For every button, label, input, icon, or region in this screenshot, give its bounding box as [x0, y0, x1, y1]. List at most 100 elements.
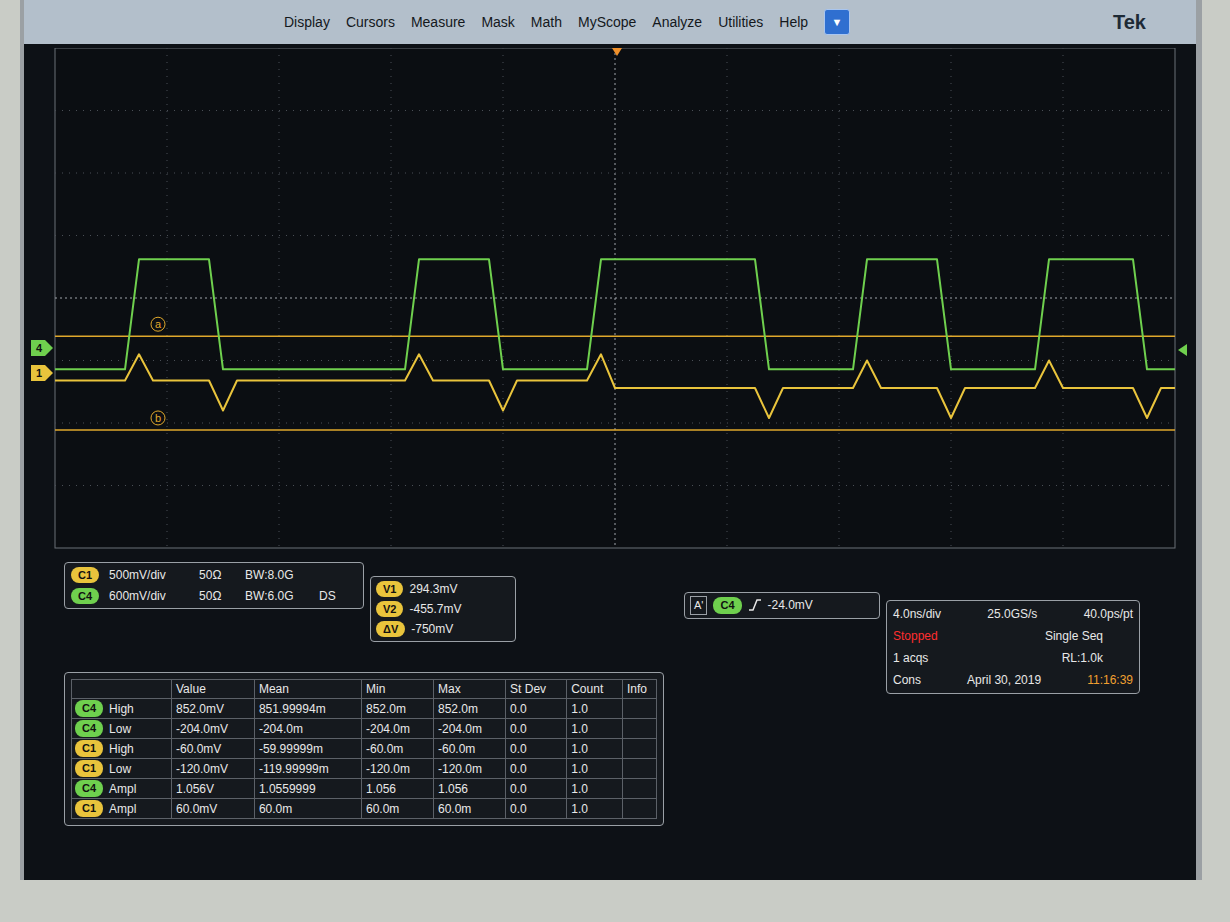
measurement-name: Ampl — [109, 780, 136, 798]
info-cell — [623, 719, 657, 739]
channel-chip[interactable]: C4 — [75, 780, 103, 797]
trigger-source-chip[interactable]: C4 — [713, 597, 741, 614]
acquisition-row: 4.0ns/div25.0GS/s40.0ps/pt — [893, 605, 1133, 623]
menu-dropdown-button[interactable]: ▼ — [824, 9, 850, 35]
measurement-row[interactable]: C1High-60.0mV-59.99999m-60.0m-60.0m0.01.… — [72, 739, 657, 759]
table-body: C4High852.0mV851.99994m852.0m852.0m0.01.… — [72, 699, 657, 819]
grid-line — [55, 173, 1175, 174]
channel-chip[interactable]: C1 — [75, 800, 103, 817]
table-header: ValueMeanMinMaxSt DevCountInfo — [72, 680, 657, 699]
info-cell — [623, 759, 657, 779]
menu-item[interactable]: MyScope — [578, 12, 636, 33]
measurement-name: Low — [109, 760, 131, 778]
grid-line — [55, 485, 1175, 486]
menu-bar: Display Cursors Measure Mask Math MyScope Anal… — [24, 0, 1196, 44]
cursor-value: -750mV — [411, 620, 453, 638]
measurement-cell: -204.0m — [361, 719, 433, 739]
grid-line — [1063, 48, 1064, 548]
header-cell — [72, 680, 172, 699]
acquisition-value: 1 acqs — [893, 649, 928, 667]
reference-marker[interactable] — [31, 340, 53, 356]
measurement-name-cell: C1Ampl — [72, 799, 172, 819]
measurement-cell: 60.0mV — [172, 799, 255, 819]
channel-chip[interactable]: C1 — [75, 760, 103, 777]
trigger-label: A' — [690, 596, 707, 615]
menu-item[interactable]: Math — [531, 12, 562, 33]
measurement-label: C4High — [75, 700, 168, 718]
plot-area — [55, 48, 1175, 548]
channel-chip[interactable]: C4 — [75, 700, 103, 717]
channel-chip[interactable]: C1 — [71, 567, 99, 584]
channel-bandwidth: BW:6.0G — [245, 587, 309, 605]
trigger-level-icon — [1178, 344, 1187, 356]
measurement-cell: 1.0 — [567, 799, 623, 819]
measurement-cell: 1.056 — [434, 779, 506, 799]
cursor-readout-row: V2 -455.7mV — [376, 600, 510, 618]
cursor-line[interactable] — [55, 335, 1175, 337]
channel-row: C1500mV/div50ΩBW:8.0GC4600mV/div50ΩBW:6.… — [64, 562, 674, 642]
menu-item[interactable]: Measure — [411, 12, 465, 33]
left-panels: C1500mV/div50ΩBW:8.0GC4600mV/div50ΩBW:6.… — [64, 562, 674, 826]
status-area: C1500mV/div50ΩBW:8.0GC4600mV/div50ΩBW:6.… — [24, 556, 1196, 826]
channel-chip[interactable]: C4 — [71, 588, 99, 605]
measurement-row[interactable]: C1Low-120.0mV-119.99999m-120.0m-120.0m0.… — [72, 759, 657, 779]
measurement-cell: -120.0m — [434, 759, 506, 779]
column-header: Count — [567, 680, 623, 699]
measurement-cell: 1.0559999 — [254, 779, 361, 799]
info-cell — [623, 699, 657, 719]
right-panels: A'C4-24.0mV4.0ns/div25.0GS/s40.0ps/ptSto… — [684, 562, 1140, 826]
measurement-row[interactable]: C4Low-204.0mV-204.0m-204.0m-204.0m0.01.0 — [72, 719, 657, 739]
menu-item[interactable]: Display — [284, 12, 330, 33]
acquisition-value: 40.0ps/pt — [1084, 605, 1133, 623]
trigger-panel[interactable]: A'C4-24.0mV — [684, 592, 880, 619]
acquisition-panel[interactable]: 4.0ns/div25.0GS/s40.0ps/ptStoppedSingle … — [886, 600, 1140, 694]
channel-chip[interactable]: C4 — [75, 720, 103, 737]
cursor-chip[interactable]: V1 — [376, 581, 403, 598]
measurement-name-cell: C4 Low — [72, 719, 172, 739]
measurement-cell: -120.0m — [361, 759, 433, 779]
measurement-cell: 0.0 — [506, 799, 567, 819]
cursor-line[interactable] — [55, 429, 1175, 431]
menu-item[interactable]: Utilities — [718, 12, 763, 33]
measurement-cell: -204.0mV — [172, 719, 255, 739]
channel-row[interactable]: C4600mV/div50ΩBW:6.0GDS — [71, 587, 357, 605]
measurement-label: C4 Low — [75, 720, 168, 738]
acquisition-value: 4.0ns/div — [893, 605, 941, 623]
measurement-name: Low — [109, 720, 131, 738]
channel-row[interactable]: C1500mV/div50ΩBW:8.0G — [71, 566, 357, 584]
measurement-cell: 1.0 — [567, 759, 623, 779]
cursor-value: -455.7mV — [409, 600, 461, 618]
acquisition-value: Cons — [893, 671, 921, 689]
channel-chip[interactable]: C1 — [75, 740, 103, 757]
menu-item[interactable]: Analyze — [652, 12, 702, 33]
menu-item[interactable]: Help — [779, 12, 808, 33]
measurement-name-cell: C1 High — [72, 739, 172, 759]
grid-line — [839, 48, 840, 548]
measurement-cell: 0.0 — [506, 739, 567, 759]
measurement-name: High — [109, 740, 134, 758]
menu-item[interactable]: Mask — [481, 12, 514, 33]
cursor-chip[interactable]: ΔV — [376, 621, 405, 638]
measurement-cell: 60.0m — [254, 799, 361, 819]
acquisition-row: 1 acqsRL:1.0k — [893, 649, 1133, 667]
grid-line — [55, 360, 1175, 361]
column-header: Max — [434, 680, 506, 699]
measurement-row[interactable]: C4High852.0mV851.99994m852.0m852.0m0.01.… — [72, 699, 657, 719]
measurement-cell: 852.0m — [361, 699, 433, 719]
measurement-cell: 852.0m — [434, 699, 506, 719]
measurement-name-cell: C4 Ampl — [72, 779, 172, 799]
menu-item[interactable]: Cursors — [346, 12, 395, 33]
cursor-readout: V1294.3mVV2-455.7mVΔV-750mV — [370, 576, 516, 642]
measurement-label: C1 Low — [75, 760, 168, 778]
cursor-readout-row: ΔV -750mV — [376, 620, 510, 638]
channel-scale: 500mV/div — [109, 566, 189, 584]
cursor-chip[interactable]: V2 — [376, 601, 403, 618]
reference-marker[interactable] — [31, 365, 53, 381]
measurement-cell: 0.0 — [506, 719, 567, 739]
measurement-cell: 1.056 — [361, 779, 433, 799]
measurement-row[interactable]: C4Ampl1.056V1.05599991.0561.0560.01.0 — [72, 779, 657, 799]
grid-line — [55, 423, 1175, 424]
measurement-row[interactable]: C1Ampl60.0mV60.0m60.0m60.0m0.01.0 — [72, 799, 657, 819]
measurement-name-cell: C4High — [72, 699, 172, 719]
measurement-cell: 60.0m — [434, 799, 506, 819]
